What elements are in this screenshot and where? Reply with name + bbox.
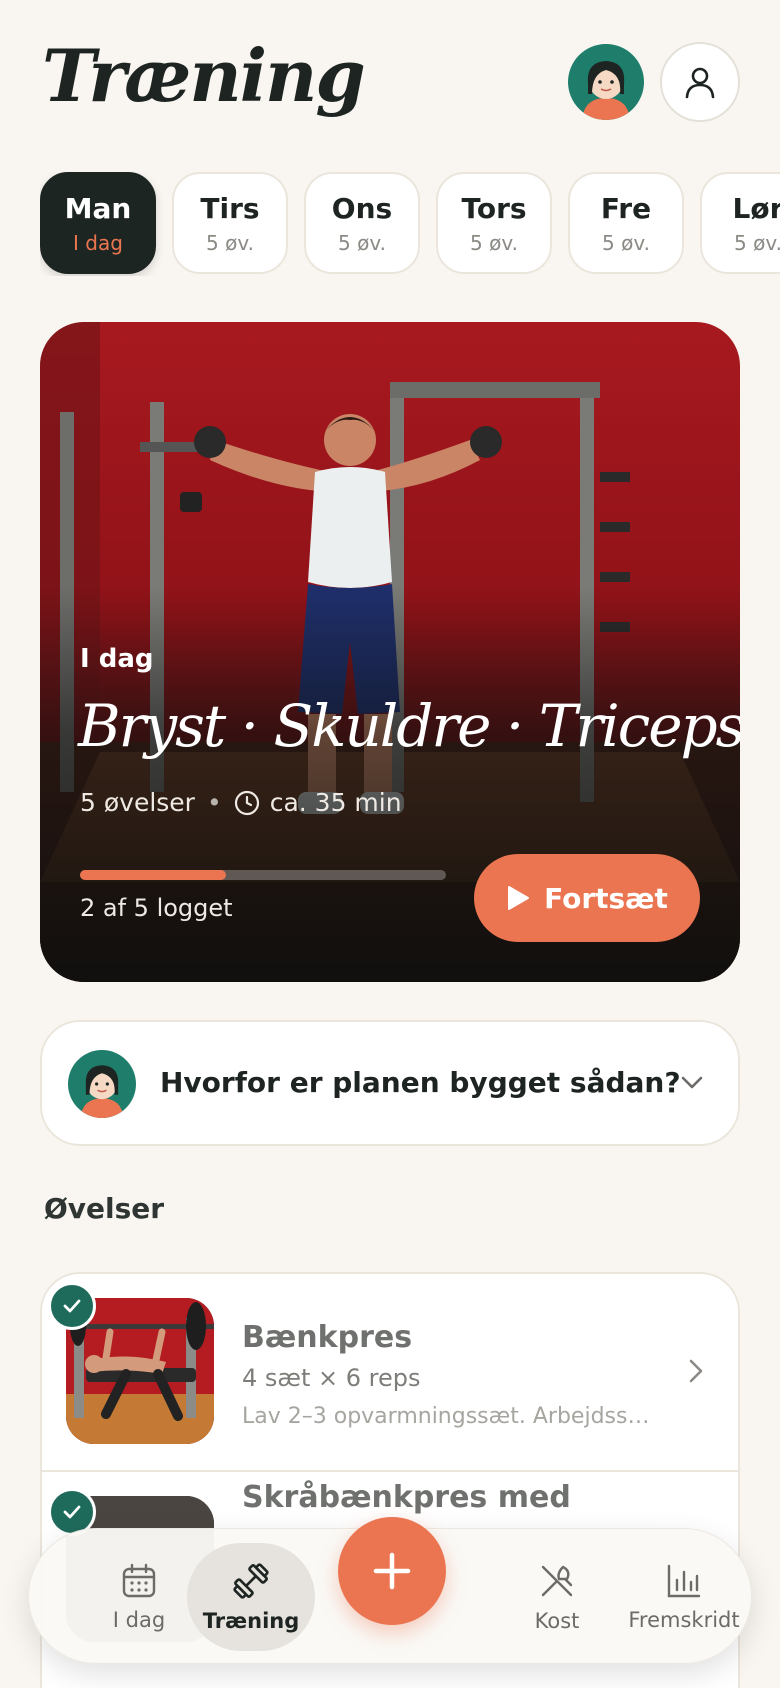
workout-progress-bar — [80, 870, 446, 880]
day-sub: 5 øv. — [470, 230, 518, 255]
profile-button[interactable] — [660, 42, 740, 122]
exercise-name: Bænkpres — [242, 1320, 413, 1355]
page-title: Træning — [42, 33, 366, 118]
day-sub: I dag — [73, 230, 123, 255]
header: Træning — [0, 0, 780, 150]
nav-label: Kost — [534, 1609, 580, 1633]
day-name: Ons — [331, 191, 393, 225]
nav-item-diet[interactable]: Kost — [487, 1529, 627, 1665]
day-name: Tirs — [200, 191, 260, 225]
workout-duration: ca. 35 min — [269, 788, 402, 817]
plan-explanation-question: Hvorfor er planen bygget sådan? — [160, 1066, 681, 1099]
day-sub: 5 øv. — [734, 230, 780, 255]
exercise-name: Skråbænkpres med — [242, 1480, 571, 1515]
nav-label: I dag — [112, 1608, 166, 1632]
day-tab-lor[interactable]: Lør 5 øv. — [700, 172, 780, 274]
workout-progress-fill — [80, 870, 227, 880]
workout-title: Bryst · Skuldre · Triceps — [78, 692, 740, 760]
day-tab-ons[interactable]: Ons 5 øv. — [304, 172, 420, 274]
nav-label: Fremskridt — [628, 1608, 740, 1632]
plus-icon — [373, 1552, 411, 1590]
fork-knife-icon — [541, 1565, 573, 1597]
hero-eyebrow: I dag — [80, 644, 154, 674]
day-name: Man — [64, 191, 132, 225]
exercise-note: Lav 2–3 opvarmningssæt. Arbejdss… — [242, 1404, 650, 1429]
day-name: Lør — [732, 191, 780, 225]
day-sub: 5 øv. — [338, 230, 386, 255]
nav-label: Træning — [202, 1609, 300, 1633]
exercise-sets: 4 sæt × 6 reps — [242, 1364, 421, 1392]
day-name: Tors — [461, 191, 527, 225]
day-sub: 5 øv. — [206, 230, 254, 255]
coach-avatar — [68, 1050, 136, 1118]
exercise-row[interactable]: Bænkpres 4 sæt × 6 reps Lav 2–3 opvarmni… — [42, 1274, 738, 1470]
continue-label: Fortsæt — [544, 881, 668, 915]
nav-item-training[interactable]: Træning — [181, 1529, 321, 1665]
continue-button[interactable]: Fortsæt — [474, 854, 700, 942]
day-tab-man[interactable]: Man I dag — [40, 172, 156, 274]
chevron-down-icon — [681, 1076, 703, 1089]
plan-explanation-accordion[interactable]: Hvorfor er planen bygget sådan? — [40, 1020, 740, 1146]
coach-avatar[interactable] — [568, 44, 644, 120]
play-icon — [508, 886, 530, 910]
day-tab-tors[interactable]: Tors 5 øv. — [436, 172, 552, 274]
completed-check-icon — [48, 1282, 96, 1330]
day-selector: Man I dag Tirs 5 øv. Ons 5 øv. Tors 5 øv… — [40, 172, 780, 276]
day-sub: 5 øv. — [602, 230, 650, 255]
workout-meta: 5 øvelser • ca. 35 min — [80, 788, 402, 817]
bar-chart-icon — [667, 1564, 701, 1598]
meta-separator: • — [206, 788, 222, 817]
calendar-icon — [122, 1563, 156, 1598]
clock-icon — [234, 790, 259, 815]
progress-label: 2 af 5 logget — [80, 894, 233, 922]
day-name: Fre — [600, 191, 652, 225]
day-tab-tirs[interactable]: Tirs 5 øv. — [172, 172, 288, 274]
nav-item-progress[interactable]: Fremskridt — [609, 1529, 759, 1665]
user-icon — [685, 67, 715, 99]
today-workout-card[interactable]: I dag Bryst · Skuldre · Triceps 5 øvelse… — [40, 322, 740, 982]
exercises-heading: Øvelser — [44, 1192, 165, 1225]
bottom-navigation: I dag Træning Kost Fremskridt — [28, 1517, 752, 1665]
day-tab-fre[interactable]: Fre 5 øv. — [568, 172, 684, 274]
chevron-right-icon — [689, 1359, 703, 1383]
add-button[interactable] — [338, 1517, 446, 1625]
dumbbell-icon — [233, 1563, 269, 1599]
exercise-count: 5 øvelser — [80, 788, 195, 817]
